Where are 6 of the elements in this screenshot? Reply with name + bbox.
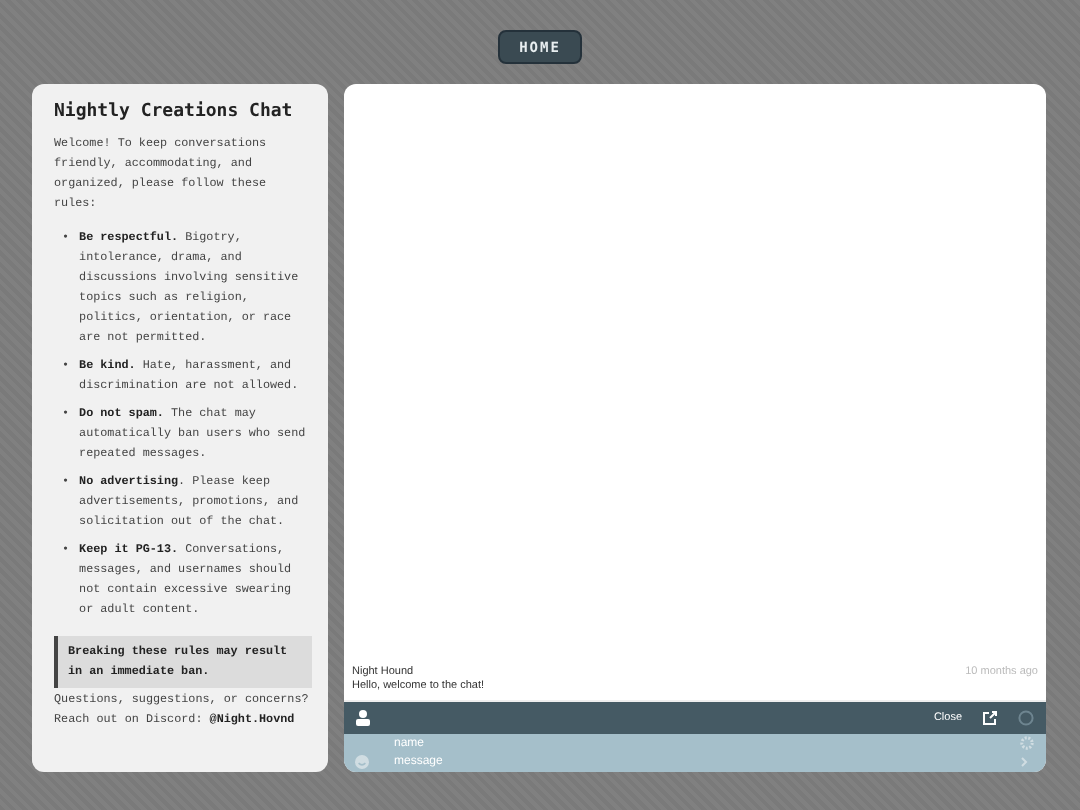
user-icon[interactable] bbox=[356, 710, 370, 726]
chat-title: Nightly Creations Chat bbox=[54, 102, 295, 122]
smiley-icon[interactable] bbox=[354, 753, 370, 769]
circle-icon[interactable] bbox=[1018, 710, 1034, 726]
chevron-icon[interactable] bbox=[1020, 755, 1028, 767]
external-link-icon[interactable] bbox=[982, 710, 998, 726]
